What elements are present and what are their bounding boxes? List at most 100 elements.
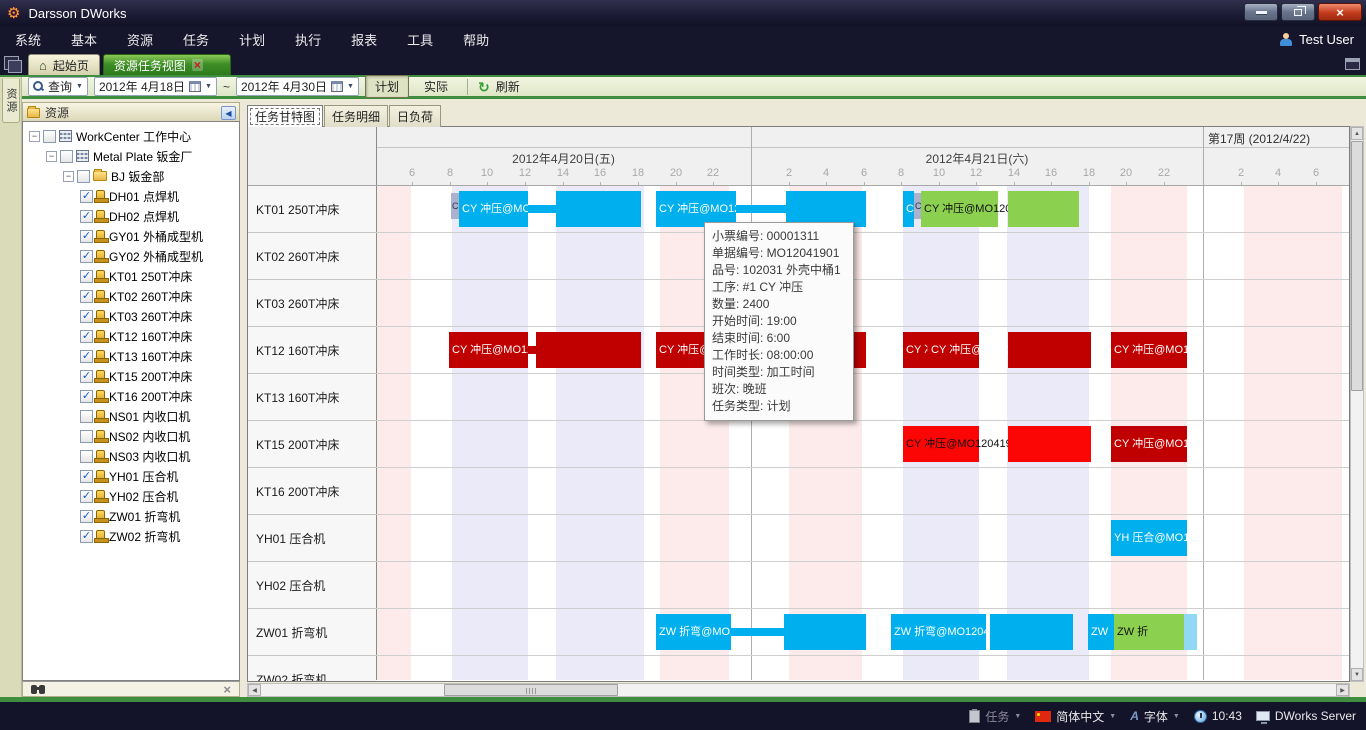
tree-item[interactable]: −Metal Plate 钣金厂 (23, 146, 239, 166)
tree-checkbox[interactable] (80, 450, 93, 463)
vertical-scrollbar[interactable]: ▲ ▼ (1350, 126, 1364, 682)
refresh-button[interactable]: 刷新 (496, 76, 529, 97)
menu-item-基本[interactable]: 基本 (56, 30, 112, 49)
gantt-bar[interactable] (528, 205, 556, 213)
gantt-bar[interactable]: ZW (1088, 614, 1114, 650)
tree-item[interactable]: ✓ZW01 折弯机 (23, 506, 239, 526)
gantt-bar[interactable]: CY 冲 (903, 332, 928, 368)
tree-item[interactable]: ✓KT02 260T冲床 (23, 286, 239, 306)
tree-checkbox[interactable]: ✓ (80, 190, 93, 203)
statusbar-item-任务[interactable]: 任务▼ (969, 708, 1021, 725)
menu-item-系统[interactable]: 系统 (0, 30, 56, 49)
statusbar-item-10:43[interactable]: 10:43 (1194, 709, 1242, 723)
tree-checkbox[interactable] (80, 410, 93, 423)
tree-item[interactable]: −BJ 钣金部 (23, 166, 239, 186)
tree-item[interactable]: ✓GY01 外桶成型机 (23, 226, 239, 246)
gantt-bar[interactable]: ZW 折弯@MO12041901 (891, 614, 986, 650)
gantt-bar[interactable]: CY 冲压@MO12041903 (903, 426, 979, 462)
panels-icon[interactable] (4, 56, 19, 70)
gantt-bar[interactable]: CY 冲压@MO1 (1111, 332, 1187, 368)
chevron-down-icon[interactable]: ▼ (76, 83, 83, 90)
tab-resource-task-view[interactable]: 资源任务视图 × (103, 54, 231, 75)
date-to-picker[interactable]: 2012年 4月30日 ▼ (236, 77, 359, 96)
tree-checkbox[interactable] (77, 170, 90, 183)
tree-checkbox[interactable]: ✓ (80, 510, 93, 523)
gantt-bar[interactable] (556, 191, 641, 227)
tree-item[interactable]: −WorkCenter 工作中心 (23, 126, 239, 146)
gantt-bar[interactable] (731, 628, 784, 636)
gantt-bar[interactable]: CY 冲压@MO12041904 (928, 332, 979, 368)
tree-checkbox[interactable] (43, 130, 56, 143)
tree-checkbox[interactable] (60, 150, 73, 163)
tree-item[interactable]: ✓YH02 压合机 (23, 486, 239, 506)
gantt-bar[interactable] (1008, 426, 1091, 462)
gantt-bar[interactable] (1184, 614, 1197, 650)
gantt-bar[interactable]: YH 压合@MO1 (1111, 520, 1187, 556)
gantt-bar[interactable] (528, 346, 536, 354)
tree-checkbox[interactable]: ✓ (80, 230, 93, 243)
gantt-bar[interactable]: CY 冲压@MO12041902 (921, 191, 998, 227)
statusbar-item-字体[interactable]: A字体▼ (1130, 708, 1180, 725)
menu-item-计划[interactable]: 计划 (224, 30, 280, 49)
tree-item[interactable]: ✓KT03 260T冲床 (23, 306, 239, 326)
tab-start-page[interactable]: ⌂ 起始页 (28, 54, 100, 75)
gantt-bar[interactable] (784, 614, 866, 650)
tree-checkbox[interactable]: ✓ (80, 390, 93, 403)
horizontal-scrollbar[interactable]: ◀ ▶ (247, 683, 1350, 697)
plan-button[interactable]: 计划 (365, 75, 409, 98)
tree-checkbox[interactable]: ✓ (80, 310, 93, 323)
chevron-down-icon[interactable]: ▼ (1109, 713, 1116, 720)
gantt-bar[interactable]: CY 冲压@MO12041904 (449, 332, 528, 368)
tree-item[interactable]: NS02 内收口机 (23, 426, 239, 446)
tree-item[interactable]: ✓KT01 250T冲床 (23, 266, 239, 286)
date-from-picker[interactable]: 2012年 4月18日 ▼ (94, 77, 217, 96)
tree-checkbox[interactable]: ✓ (80, 350, 93, 363)
tree-item[interactable]: ✓KT12 160T冲床 (23, 326, 239, 346)
tree-checkbox[interactable]: ✓ (80, 250, 93, 263)
tab-close-icon[interactable]: × (192, 59, 203, 71)
close-panel-icon[interactable]: × (223, 682, 231, 697)
tree-checkbox[interactable]: ✓ (80, 270, 93, 283)
tree-item[interactable]: ✓DH01 点焊机 (23, 186, 239, 206)
actual-button[interactable]: 实际 (415, 76, 457, 97)
setup-chip[interactable]: C (914, 193, 921, 219)
tree-checkbox[interactable] (80, 430, 93, 443)
chevron-down-icon[interactable]: ▼ (1014, 713, 1021, 720)
restore-button[interactable] (1281, 3, 1315, 21)
menu-item-工具[interactable]: 工具 (392, 30, 448, 49)
chevron-down-icon[interactable]: ▼ (205, 83, 212, 90)
minimize-button[interactable] (1244, 3, 1278, 21)
statusbar-item-DWorks Server[interactable]: DWorks Server (1256, 709, 1356, 723)
menu-item-资源[interactable]: 资源 (112, 30, 168, 49)
tree-checkbox[interactable]: ✓ (80, 530, 93, 543)
expander-icon[interactable]: − (29, 131, 40, 142)
expander-icon[interactable]: − (63, 171, 74, 182)
setup-chip[interactable]: C (451, 193, 459, 219)
menu-item-报表[interactable]: 报表 (336, 30, 392, 49)
collapse-panel-button[interactable]: ◀ (221, 106, 236, 120)
tree-checkbox[interactable]: ✓ (80, 490, 93, 503)
scroll-right-icon[interactable]: ▶ (1336, 684, 1349, 696)
window-list-icon[interactable] (1345, 58, 1360, 70)
tab-task-detail[interactable]: 任务明细 (324, 105, 388, 127)
vscroll-thumb[interactable] (1351, 141, 1363, 391)
tree-item[interactable]: ✓DH02 点焊机 (23, 206, 239, 226)
tree-checkbox[interactable]: ✓ (80, 290, 93, 303)
menu-item-执行[interactable]: 执行 (280, 30, 336, 49)
scroll-left-icon[interactable]: ◀ (248, 684, 261, 696)
gantt-bar[interactable] (1008, 332, 1091, 368)
gantt-bar[interactable]: CY 冲压@MO12041901 (459, 191, 528, 227)
collapsed-panel-tab[interactable]: 资源 (2, 79, 20, 123)
close-button[interactable]: × (1318, 3, 1362, 21)
tree-item[interactable]: NS01 内收口机 (23, 406, 239, 426)
tree-item[interactable]: ✓KT15 200T冲床 (23, 366, 239, 386)
menu-item-任务[interactable]: 任务 (168, 30, 224, 49)
tree-item[interactable]: ✓KT16 200T冲床 (23, 386, 239, 406)
scroll-down-icon[interactable]: ▼ (1351, 668, 1363, 681)
tree-item[interactable]: NS03 内收口机 (23, 446, 239, 466)
tree-item[interactable]: ✓YH01 压合机 (23, 466, 239, 486)
tree-item[interactable]: ✓KT13 160T冲床 (23, 346, 239, 366)
gantt-bar[interactable] (1008, 191, 1079, 227)
gantt-bar[interactable] (536, 332, 641, 368)
menu-item-帮助[interactable]: 帮助 (448, 30, 504, 49)
